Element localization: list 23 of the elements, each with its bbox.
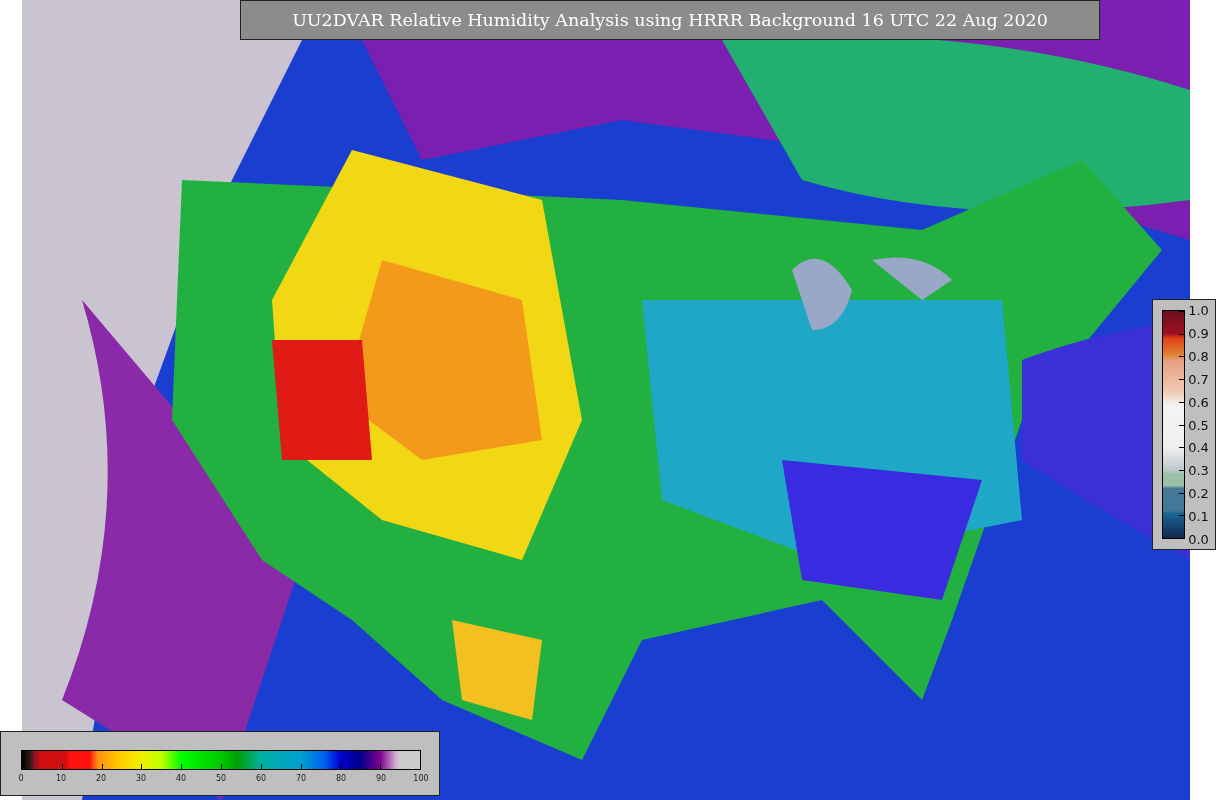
tick-label: 1.0 [1188, 302, 1209, 318]
tick-label: 90 [375, 774, 387, 783]
tick-label: 0.5 [1188, 417, 1209, 432]
tick-label: 60 [255, 774, 267, 783]
map-title: UU2DVAR Relative Humidity Analysis using HRRR Background 16 UTC 22 Aug 2020 [240, 0, 1100, 40]
tick-label: 0.0 [1188, 531, 1209, 547]
tick-label: 40 [175, 774, 187, 783]
tick-label: 50 [215, 774, 227, 783]
tick-label: 0.3 [1188, 462, 1209, 478]
tick-label: 30 [135, 774, 147, 783]
tick-label: 10 [55, 774, 67, 783]
tick-label: 0.1 [1188, 508, 1209, 524]
tick-label: 80 [335, 774, 347, 783]
tick-label: 70 [295, 774, 307, 783]
tick-label: 0 [18, 774, 24, 783]
tick-label: 100 [413, 774, 429, 783]
tick-label: 0.4 [1188, 439, 1209, 455]
tick-label: 0.9 [1188, 325, 1209, 341]
tick-label: 20 [95, 774, 107, 783]
tick-label: 0.2 [1188, 485, 1209, 501]
tick-label: 0.8 [1188, 348, 1209, 364]
tick-label: 0.7 [1188, 371, 1209, 387]
tick-label: 0.6 [1188, 394, 1209, 410]
